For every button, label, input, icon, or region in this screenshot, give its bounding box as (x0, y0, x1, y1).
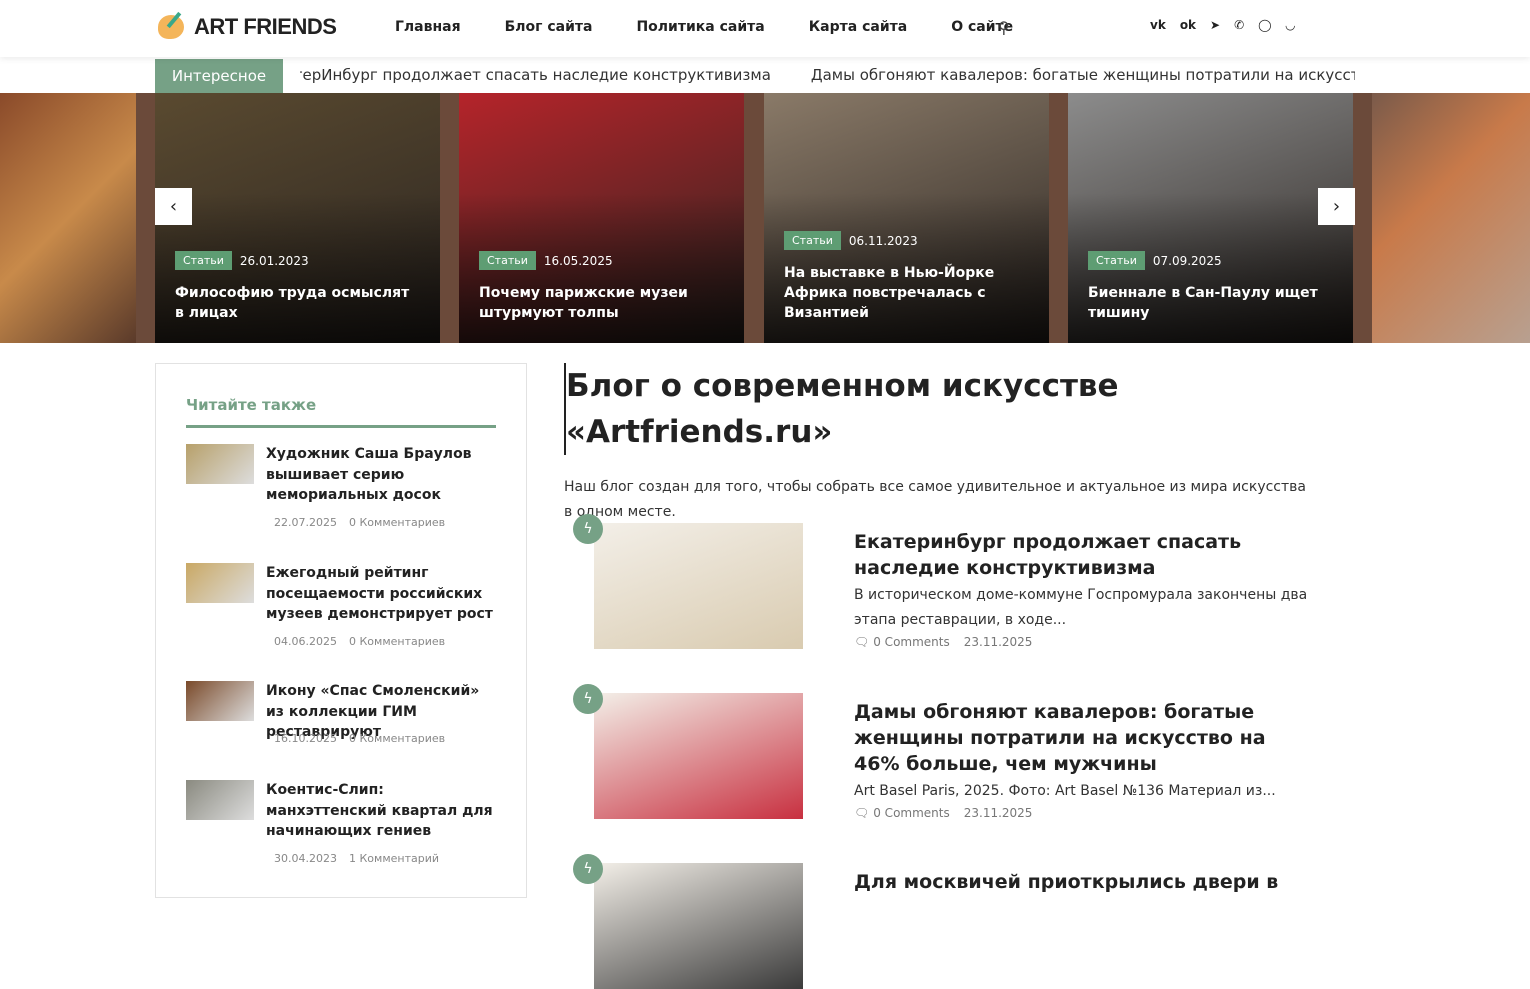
post-excerpt: Art Basel Paris, 2025. Фото: Art Basel №… (854, 783, 1276, 799)
comment-icon: 🗨 (854, 635, 870, 649)
date: 04.06.2025 (274, 634, 337, 648)
main-content: Блог о современном искусстве «Artfriends… (564, 363, 1314, 989)
sidebar-item-title[interactable]: Коентис-Слип: манхэттенский квартал для … (266, 780, 501, 842)
sidebar-item-title[interactable]: Художник Саша Браулов вышивает серию мем… (266, 444, 501, 506)
social-links: vk ok ➤ ✆ ◯ ◡ (1150, 18, 1295, 32)
whatsapp-icon[interactable]: ◯ (1258, 18, 1271, 32)
slide-meta: Статьи 26.01.2023 (175, 251, 309, 270)
sidebar-item-meta: 04.06.2025 0 Комментариев (274, 635, 457, 648)
ticker-items: ЕкатерИнбург продолжает спасать наследие… (300, 66, 1355, 84)
sidebar-item-meta: 30.04.2023 1 Комментарий (274, 852, 451, 865)
post-thumbnail[interactable] (594, 523, 803, 649)
category-badge[interactable]: Статьи (479, 251, 536, 270)
main-nav: Главная Блог сайта Политика сайта Карта … (395, 19, 1013, 35)
ticker-label: Интересное (155, 59, 283, 93)
header: ART FRIENDS Главная Блог сайта Политика … (0, 0, 1530, 57)
post-thumbnail[interactable] (594, 693, 803, 819)
slide-date: 16.05.2025 (543, 253, 613, 268)
search-icon[interactable]: ⚲ (998, 18, 1010, 37)
slide-image (1372, 93, 1530, 343)
ticker-item[interactable]: Дамы обгоняют кавалеров: богатые женщины… (811, 66, 1355, 84)
viber-icon[interactable]: ✆ (1234, 18, 1244, 32)
comments-count[interactable]: 0 Комментариев (349, 516, 445, 529)
post-date: 23.11.2025 (963, 806, 1033, 820)
sidebar-item-title[interactable]: Ежегодный рейтинг посещаемости российски… (266, 563, 501, 625)
sidebar-item-meta: 22.07.2025 0 Комментариев (274, 516, 457, 529)
slide-date: 26.01.2023 (239, 253, 309, 268)
post-meta: 🗨 0 Comments 23.11.2025 (854, 806, 1314, 820)
slide-card[interactable]: Статьи 16.05.2025 Почему парижские музеи … (459, 93, 744, 343)
palette-icon (158, 15, 184, 39)
telegram-icon[interactable]: ➤ (1210, 18, 1220, 32)
ok-icon[interactable]: ok (1180, 18, 1196, 32)
slider-prev-button[interactable]: ‹ (155, 188, 192, 225)
post-title[interactable]: Екатеринбург продолжает спасать наследие… (854, 529, 1314, 581)
slide-date: 06.11.2023 (848, 233, 918, 248)
category-badge[interactable]: Статьи (784, 231, 841, 250)
page-title: Блог о современном искусстве «Artfriends… (564, 363, 1314, 455)
featured-slider: ‹ › Статьи 26.01.2023 Философию труда осм… (0, 93, 1530, 343)
comments-count[interactable]: 0 Комментариев (349, 635, 445, 648)
category-badge[interactable]: Статьи (1088, 251, 1145, 270)
lightning-icon: ϟ (573, 684, 603, 714)
slide-title[interactable]: На выставке в Нью-Йорке Африка повстреча… (784, 263, 1029, 323)
comments-count[interactable]: 1 Комментарий (349, 852, 439, 865)
lightning-icon: ϟ (573, 514, 603, 544)
sidebar-read-also: Читайте также Художник Саша Браулов выши… (155, 363, 527, 898)
nav-policy[interactable]: Политика сайта (636, 19, 764, 35)
slide-card[interactable]: Статьи 06.11.2023 На выставке в Нью-Йорке… (764, 93, 1049, 343)
ticker-item[interactable]: ЕкатерИнбург продолжает спасать наследие… (300, 66, 771, 84)
sidebar-item-meta: 16.10.2025 0 Комментариев (274, 732, 457, 745)
comments-count[interactable]: 0 Comments (873, 635, 950, 649)
nav-home[interactable]: Главная (395, 19, 461, 35)
sidebar-thumbnail[interactable] (186, 780, 254, 820)
post-thumbnail[interactable] (594, 863, 803, 989)
post-excerpt: В историческом доме-коммуне Госпромурала… (854, 587, 1308, 628)
slide-card[interactable]: Статьи 26.01.2023 Философию труда осмысля… (155, 93, 440, 343)
mail-icon[interactable]: ◡ (1286, 18, 1295, 32)
comments-count[interactable]: 0 Комментариев (349, 732, 445, 745)
slide-title[interactable]: Почему парижские музеи штурмуют толпы (479, 283, 724, 323)
slide-title[interactable]: Биеннале в Сан-Паулу ищет тишину (1088, 283, 1333, 323)
slide-meta: Статьи 07.09.2025 (1088, 251, 1222, 270)
post-title[interactable]: Дамы обгоняют кавалеров: богатые женщины… (854, 699, 1314, 777)
logo[interactable]: ART FRIENDS (158, 14, 337, 40)
comment-icon: 🗨 (854, 806, 870, 820)
date: 22.07.2025 (274, 515, 337, 529)
post-title[interactable]: Для москвичей приоткрылись двери в (854, 869, 1314, 895)
divider (186, 425, 496, 428)
post-body: Для москвичей приоткрылись двери в (854, 869, 1314, 895)
post-meta: 🗨 0 Comments 23.11.2025 (854, 635, 1314, 649)
ticker: Интересное ЕкатерИнбург продолжает спаса… (0, 57, 1530, 93)
lightning-icon: ϟ (573, 854, 603, 884)
sidebar-title: Читайте также (186, 396, 317, 414)
slide-image (0, 93, 136, 343)
slide-title[interactable]: Философию труда осмыслят в лицах (175, 283, 420, 323)
date: 30.04.2023 (274, 851, 337, 865)
logo-text: ART FRIENDS (194, 14, 337, 39)
sidebar-thumbnail[interactable] (186, 681, 254, 721)
slide-meta: Статьи 16.05.2025 (479, 251, 613, 270)
post-body: Дамы обгоняют кавалеров: богатые женщины… (854, 699, 1314, 820)
category-badge[interactable]: Статьи (175, 251, 232, 270)
post-body: Екатеринбург продолжает спасать наследие… (854, 529, 1314, 649)
nav-blog[interactable]: Блог сайта (505, 19, 593, 35)
sidebar-thumbnail[interactable] (186, 444, 254, 484)
date: 16.10.2025 (274, 732, 337, 745)
nav-sitemap[interactable]: Карта сайта (809, 19, 907, 35)
slide-date: 07.09.2025 (1152, 253, 1222, 268)
vk-icon[interactable]: vk (1150, 18, 1166, 32)
slide-card[interactable]: Статьи 07.09.2025 Биеннале в Сан-Паулу ищ… (1068, 93, 1353, 343)
comments-count[interactable]: 0 Comments (873, 806, 950, 820)
sidebar-thumbnail[interactable] (186, 563, 254, 603)
post-date: 23.11.2025 (963, 635, 1033, 649)
slide-meta: Статьи 06.11.2023 (784, 231, 918, 250)
slider-next-button[interactable]: › (1318, 188, 1355, 225)
intro-text: Наш блог создан для того, чтобы собрать … (564, 479, 1306, 520)
